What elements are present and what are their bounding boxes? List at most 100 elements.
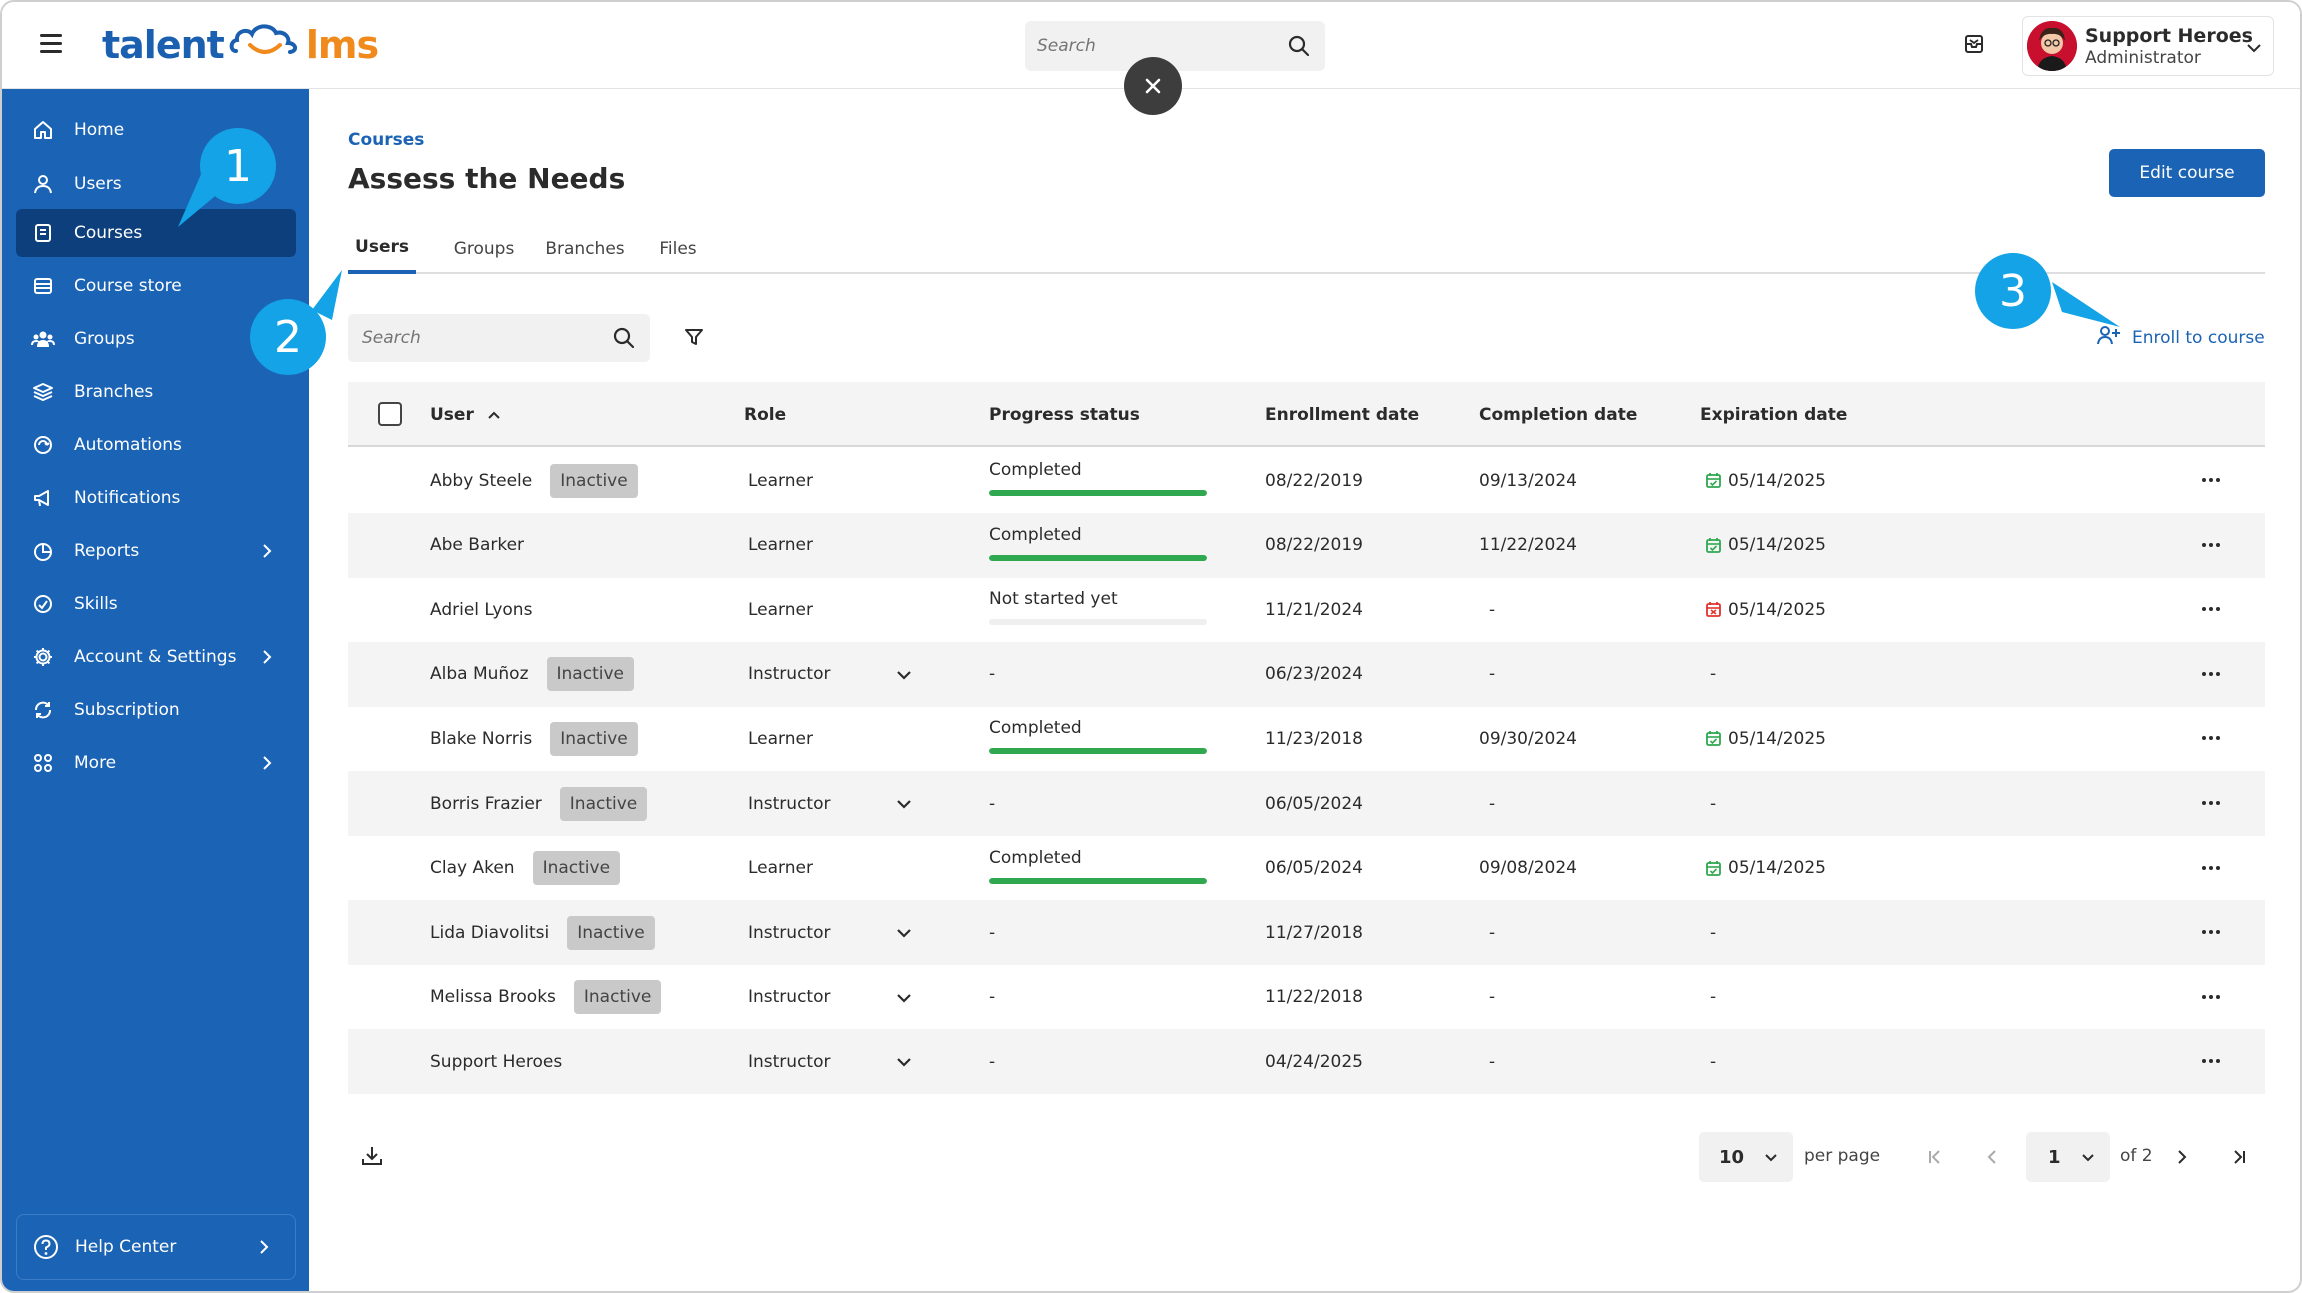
sidebar-item-notifications[interactable]: Notifications xyxy=(16,474,296,522)
role-dropdown-chevron-icon[interactable] xyxy=(895,989,913,1007)
role-dropdown-chevron-icon[interactable] xyxy=(895,924,913,942)
row-actions-icon[interactable] xyxy=(2202,478,2220,482)
row-actions-icon[interactable] xyxy=(2202,994,2220,999)
previous-page-button[interactable] xyxy=(1977,1142,2007,1172)
download-icon[interactable] xyxy=(360,1144,384,1172)
completion-date: - xyxy=(1489,793,1496,814)
user-name-link[interactable]: Borris Frazier xyxy=(430,794,542,814)
tab-files[interactable]: Files xyxy=(650,224,706,274)
table-row[interactable]: Lida Diavolitsi Inactive Instructor - 11/27/… xyxy=(348,900,2265,966)
role-dropdown-chevron-icon[interactable] xyxy=(895,666,913,684)
table-row[interactable]: Adriel Lyons Learner Not started yet 11/21/… xyxy=(348,577,2265,642)
search-icon[interactable] xyxy=(612,326,636,354)
breadcrumb[interactable]: Courses xyxy=(348,130,424,150)
last-page-button[interactable] xyxy=(2224,1142,2254,1172)
home-icon xyxy=(16,119,64,141)
progress-bar xyxy=(989,877,1207,884)
progress-bar-fill xyxy=(989,490,1207,496)
row-actions-icon[interactable] xyxy=(2202,1059,2220,1064)
role-cell: Instructor xyxy=(748,1029,830,1094)
row-actions-icon[interactable] xyxy=(2202,607,2220,612)
calendar-expired-icon xyxy=(1705,601,1722,618)
total-pages-label: of 2 xyxy=(2120,1146,2153,1166)
table-row[interactable]: Abe Barker Learner Completed 08/22/2019 11/2… xyxy=(348,512,2265,578)
skills-icon xyxy=(16,593,64,615)
progress-label: Completed xyxy=(989,524,1082,545)
table-row[interactable]: Abby Steele Inactive Learner Completed 08/22… xyxy=(348,448,2265,513)
table-row[interactable]: Blake Norris Inactive Learner Completed 11/2… xyxy=(348,706,2265,771)
callout-3: 3 xyxy=(1975,253,2051,329)
column-header-enrollment[interactable]: Enrollment date xyxy=(1265,382,1419,447)
sidebar-item-skills[interactable]: Skills xyxy=(16,580,296,628)
user-name-link[interactable]: Clay Aken xyxy=(430,858,515,878)
user-name-link[interactable]: Support Heroes xyxy=(430,1052,562,1072)
help-center-button[interactable]: Help Center xyxy=(16,1214,296,1280)
edit-course-button[interactable]: Edit course xyxy=(2109,149,2265,197)
expiration-cell: 05/14/2025 xyxy=(1705,706,1826,771)
table-search-input[interactable] xyxy=(362,314,582,362)
user-name-link[interactable]: Abby Steele xyxy=(430,471,532,491)
row-actions-icon[interactable] xyxy=(2202,801,2220,805)
sidebar-item-account-settings[interactable]: Account & Settings xyxy=(16,633,296,681)
select-all-checkbox[interactable] xyxy=(378,402,402,426)
role-value: Learner xyxy=(748,599,813,620)
user-menu[interactable]: Support Heroes Administrator xyxy=(2022,16,2274,76)
role-cell: Instructor xyxy=(748,771,830,836)
row-actions-icon[interactable] xyxy=(2202,542,2220,547)
book-icon xyxy=(16,222,64,244)
user-name-link[interactable]: Blake Norris xyxy=(430,729,532,749)
page-select[interactable]: 1 xyxy=(2026,1132,2110,1182)
tab-groups[interactable]: Groups xyxy=(444,224,524,274)
progress-cell: - xyxy=(989,642,995,707)
sidebar-item-branches[interactable]: Branches xyxy=(16,368,296,416)
table-row[interactable]: Clay Aken Inactive Learner Completed 06/05/2… xyxy=(348,836,2265,901)
first-page-button[interactable] xyxy=(1920,1142,1950,1172)
tab-branches[interactable]: Branches xyxy=(540,224,630,274)
table-row[interactable]: Borris Frazier Inactive Instructor - 06/05/2… xyxy=(348,771,2265,836)
user-name-link[interactable]: Adriel Lyons xyxy=(430,600,532,620)
next-page-button[interactable] xyxy=(2167,1142,2197,1172)
column-header-expiration[interactable]: Expiration date xyxy=(1700,382,1847,447)
user-name-link[interactable]: Abe Barker xyxy=(430,535,524,555)
sidebar-item-automations[interactable]: Automations xyxy=(16,421,296,469)
messages-icon[interactable] xyxy=(1963,33,1985,59)
search-icon[interactable] xyxy=(1287,34,1311,62)
filter-icon[interactable] xyxy=(683,326,705,352)
sidebar-item-label: More xyxy=(74,753,117,773)
row-actions-icon[interactable] xyxy=(2202,865,2220,870)
enrollment-date: 08/22/2019 xyxy=(1265,470,1363,491)
hamburger-menu-icon[interactable] xyxy=(40,34,62,53)
enrollment-date: 11/23/2018 xyxy=(1265,728,1363,749)
close-overlay-button[interactable] xyxy=(1124,57,1182,115)
table-row[interactable]: Alba Muñoz Inactive Instructor - 06/23/2024 -… xyxy=(348,641,2265,707)
status-badge: Inactive xyxy=(573,980,662,1015)
row-actions-icon[interactable] xyxy=(2202,930,2220,935)
tab-users[interactable]: Users xyxy=(348,224,416,274)
role-value: Learner xyxy=(748,858,813,879)
user-name-link[interactable]: Melissa Brooks xyxy=(430,987,556,1007)
role-cell: Instructor xyxy=(748,900,830,965)
table-row[interactable]: Melissa Brooks Inactive Instructor - 11/22/2… xyxy=(348,965,2265,1030)
role-value: Learner xyxy=(748,470,813,491)
sidebar-item-subscription[interactable]: Subscription xyxy=(16,686,296,734)
row-actions-icon[interactable] xyxy=(2202,736,2220,741)
expiration-date: 05/14/2025 xyxy=(1728,728,1826,749)
column-label: User xyxy=(430,404,474,425)
user-name-link[interactable]: Alba Muñoz xyxy=(430,664,529,684)
sidebar-item-courses[interactable]: Courses xyxy=(16,209,296,257)
role-dropdown-chevron-icon[interactable] xyxy=(895,1053,913,1071)
status-badge: Inactive xyxy=(550,463,638,498)
groups-icon xyxy=(16,328,64,350)
sidebar-item-course-store[interactable]: Course store xyxy=(16,262,296,310)
sidebar-item-more[interactable]: More xyxy=(16,739,296,787)
column-header-completion[interactable]: Completion date xyxy=(1479,382,1637,447)
user-name-link[interactable]: Lida Diavolitsi xyxy=(430,923,549,943)
column-header-user[interactable]: User xyxy=(430,382,502,447)
row-actions-icon[interactable] xyxy=(2202,671,2220,676)
talentlms-logo[interactable]: talent lms xyxy=(102,20,379,70)
role-dropdown-chevron-icon[interactable] xyxy=(895,795,913,813)
progress-cell: Completed xyxy=(989,848,1209,884)
table-row[interactable]: Support Heroes Instructor - 04/24/2025 - - xyxy=(348,1029,2265,1095)
per-page-select[interactable]: 10 xyxy=(1699,1132,1793,1182)
sidebar-item-reports[interactable]: Reports xyxy=(16,527,296,575)
